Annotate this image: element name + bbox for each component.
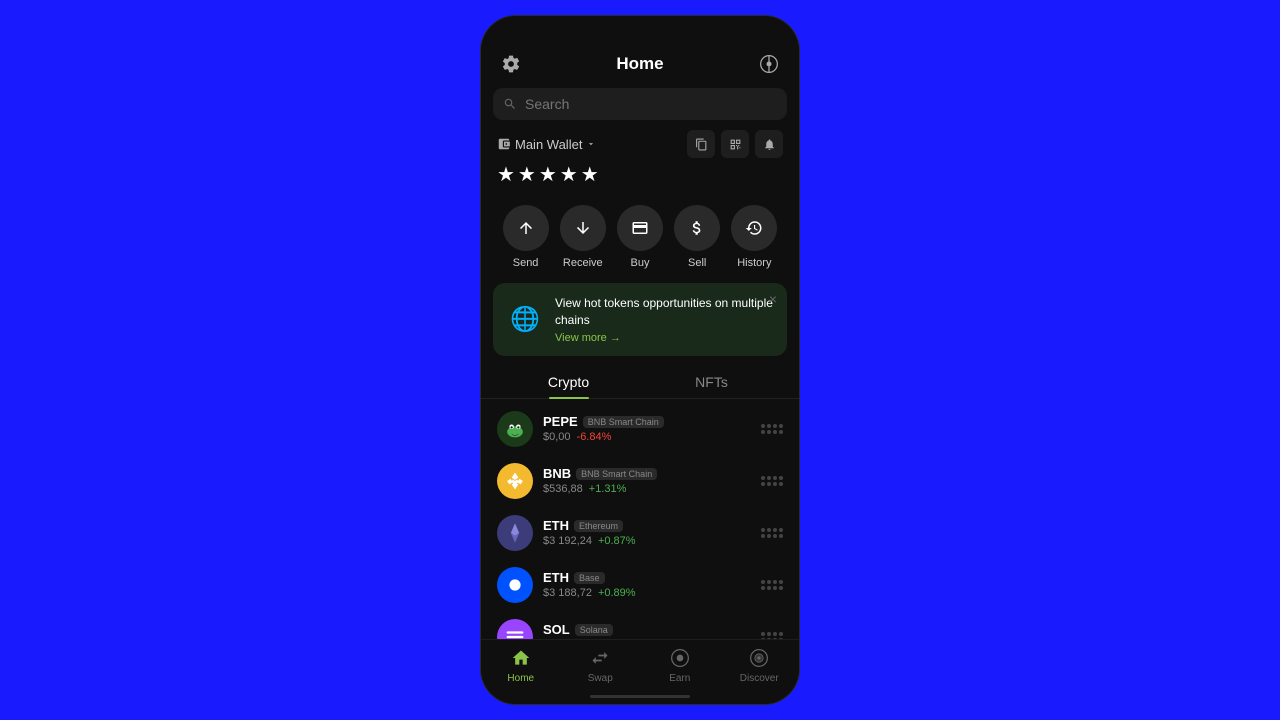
wallet-name[interactable]: Main Wallet	[497, 137, 596, 152]
token-menu-eth-base[interactable]	[761, 580, 783, 590]
list-item[interactable]: BNB BNB Smart Chain $536,88 +1.31%	[481, 455, 799, 507]
token-logo-pepe	[497, 411, 533, 447]
wallet-header: Main Wallet	[497, 130, 783, 158]
home-indicator	[481, 688, 799, 704]
token-logo-eth-base	[497, 567, 533, 603]
tab-crypto[interactable]: Crypto	[497, 366, 640, 398]
list-item[interactable]: ETH Base $3 188,72 +0.89%	[481, 559, 799, 611]
phone-frame: Home Main Wallet	[480, 15, 800, 705]
token-menu-pepe[interactable]	[761, 424, 783, 434]
nav-discover[interactable]: Discover	[720, 646, 800, 684]
token-info-eth-base: ETH Base $3 188,72 +0.89%	[543, 570, 751, 599]
header: Home	[481, 44, 799, 88]
nav-home[interactable]: Home	[481, 646, 561, 684]
history-button[interactable]: History	[731, 205, 777, 269]
home-icon	[509, 646, 533, 670]
tab-nfts[interactable]: NFTs	[640, 366, 783, 398]
list-item[interactable]: ETH Ethereum $3 192,24 +0.87%	[481, 507, 799, 559]
connect-button[interactable]	[755, 50, 783, 78]
token-info-bnb: BNB BNB Smart Chain $536,88 +1.31%	[543, 466, 751, 495]
list-item[interactable]: PEPE BNB Smart Chain $0,00 -6.84%	[481, 403, 799, 455]
settings-button[interactable]	[497, 50, 525, 78]
bottom-navigation: Home Swap Earn Discover	[481, 639, 799, 688]
token-info-eth-ethereum: ETH Ethereum $3 192,24 +0.87%	[543, 518, 751, 547]
send-button[interactable]: Send	[503, 205, 549, 269]
token-info-sol: SOL Solana $144,97 +3.66%	[543, 622, 751, 639]
promo-icon: 🌐	[505, 299, 545, 339]
token-menu-eth-ethereum[interactable]	[761, 528, 783, 538]
page-title: Home	[616, 54, 663, 74]
wallet-section: Main Wallet	[481, 130, 799, 195]
status-bar	[481, 16, 799, 44]
wallet-balance: ★★★★★	[497, 162, 783, 187]
token-info-pepe: PEPE BNB Smart Chain $0,00 -6.84%	[543, 414, 751, 443]
promo-banner: 🌐 View hot tokens opportunities on multi…	[493, 283, 787, 356]
buy-button[interactable]: Buy	[617, 205, 663, 269]
list-item[interactable]: SOL Solana $144,97 +3.66%	[481, 611, 799, 639]
search-input[interactable]	[525, 96, 777, 112]
notification-button[interactable]	[755, 130, 783, 158]
sell-button[interactable]: Sell	[674, 205, 720, 269]
promo-link[interactable]: View more →	[555, 332, 775, 344]
qr-button[interactable]	[721, 130, 749, 158]
token-menu-bnb[interactable]	[761, 476, 783, 486]
action-buttons: Send Receive Buy Sell History	[481, 195, 799, 279]
promo-title: View hot tokens opportunities on multipl…	[555, 295, 775, 329]
swap-icon	[588, 646, 612, 670]
token-list: PEPE BNB Smart Chain $0,00 -6.84% BNB	[481, 399, 799, 639]
crypto-nft-tabs: Crypto NFTs	[481, 366, 799, 399]
discover-icon	[747, 646, 771, 670]
receive-button[interactable]: Receive	[560, 205, 606, 269]
token-logo-bnb	[497, 463, 533, 499]
chevron-down-icon	[586, 139, 596, 149]
copy-button[interactable]	[687, 130, 715, 158]
promo-text: View hot tokens opportunities on multipl…	[555, 295, 775, 344]
nav-swap[interactable]: Swap	[561, 646, 641, 684]
search-icon	[503, 97, 517, 111]
token-logo-sol	[497, 619, 533, 639]
wallet-action-icons	[687, 130, 783, 158]
token-logo-eth-ethereum	[497, 515, 533, 551]
wallet-icon	[497, 137, 511, 151]
promo-close-button[interactable]: ×	[769, 291, 777, 307]
token-menu-sol[interactable]	[761, 632, 783, 639]
earn-icon	[668, 646, 692, 670]
nav-earn[interactable]: Earn	[640, 646, 720, 684]
search-bar[interactable]	[493, 88, 787, 120]
